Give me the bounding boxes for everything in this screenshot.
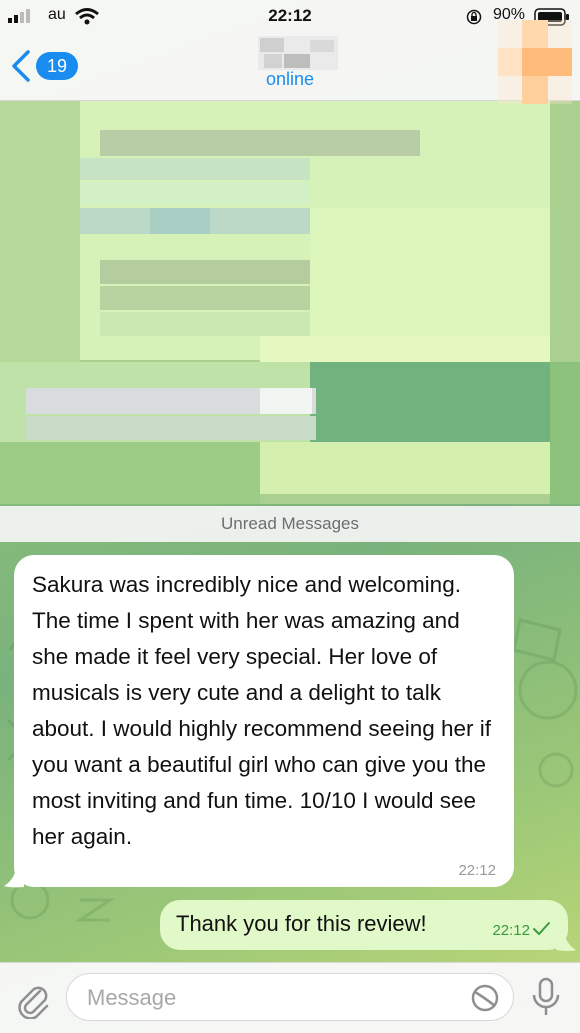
message-composer: Message [0,962,580,1033]
read-check-icon [533,922,550,935]
contact-name-censored[interactable] [258,36,338,70]
status-bar: au 22:12 90% [0,0,580,34]
orientation-lock-icon [466,9,482,25]
message-text: Sakura was incredibly nice and welcoming… [32,572,492,849]
incoming-bubble-tail [4,868,24,888]
avatar[interactable] [498,20,572,104]
chat-header: 19 online [0,20,580,104]
message-time: 22:12 [458,862,496,879]
outgoing-message-bubble[interactable]: Thank you for this review! 22:12 [160,900,568,950]
unread-messages-divider: Unread Messages [0,506,580,542]
message-text: Thank you for this review! [176,911,427,936]
sticker-icon[interactable] [469,982,501,1014]
microphone-icon[interactable] [530,977,562,1019]
message-time: 22:12 [492,922,530,939]
outgoing-bubble-tail [556,932,576,951]
censored-image [0,100,580,504]
message-input[interactable]: Message [66,973,514,1021]
contact-status: online [265,69,315,89]
incoming-message-bubble[interactable]: Sakura was incredibly nice and welcoming… [14,555,514,887]
attachment-icon[interactable] [14,979,50,1019]
message-placeholder: Message [87,985,177,1010]
